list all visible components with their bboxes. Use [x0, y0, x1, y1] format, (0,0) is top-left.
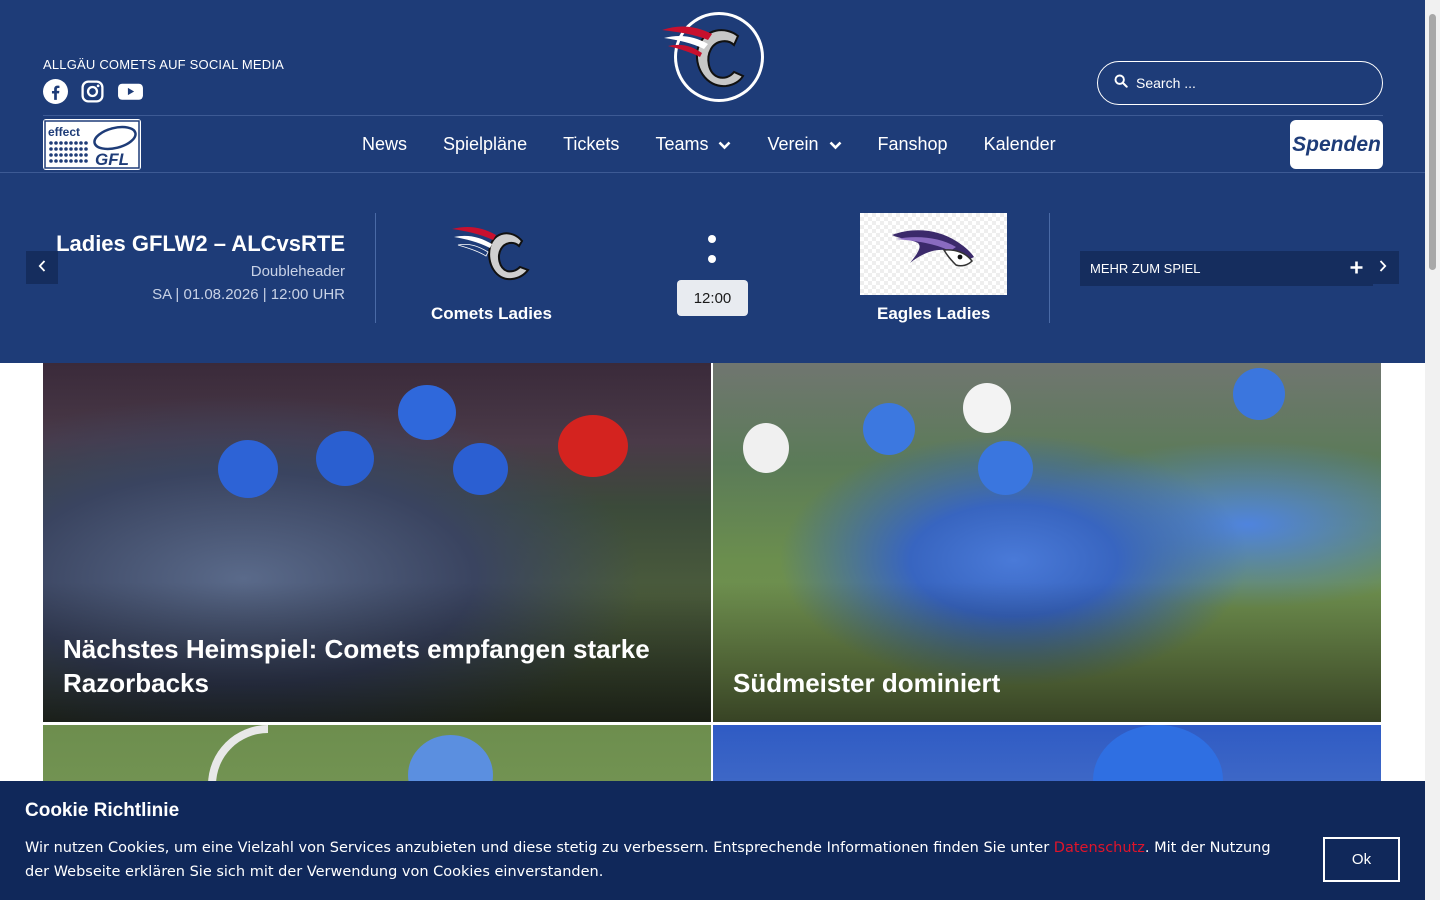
cookie-ok-button[interactable]: Ok: [1323, 837, 1400, 882]
cookie-title: Cookie Richtlinie: [25, 800, 180, 821]
helmet-shape: [978, 441, 1033, 495]
match-date: SA | 01.08.2026 | 12:00 UHR: [152, 286, 345, 303]
match-slider: Ladies GFLW2 – ALCvsRTE Doubleheader SA …: [0, 173, 1425, 363]
privacy-link[interactable]: Datenschutz: [1054, 840, 1145, 856]
page-scrollbar[interactable]: [1425, 0, 1440, 900]
helmet-shape: [863, 403, 915, 455]
helmet-shape: [316, 431, 374, 486]
away-team-logo: [860, 213, 1007, 295]
nav-item-news[interactable]: News: [344, 134, 425, 155]
chevron-down-icon: [829, 134, 842, 155]
search-icon: [1114, 74, 1128, 93]
scrollbar-thumb[interactable]: [1429, 14, 1436, 270]
site-header: ALLGÄU COMETS AUF SOCIAL MEDIA Search ..…: [0, 0, 1425, 172]
article-title: Südmeister dominiert: [733, 668, 1001, 698]
comets-logo[interactable]: [660, 10, 768, 106]
helmet-shape: [963, 383, 1011, 433]
helmet-shape: [218, 440, 278, 498]
social-media-label: ALLGÄU COMETS AUF SOCIAL MEDIA: [43, 57, 285, 72]
article-title: Nächstes Heimspiel: Comets empfangen sta…: [63, 634, 650, 698]
slider-prev-button[interactable]: [26, 251, 58, 284]
helmet-shape: [743, 423, 789, 473]
search-input[interactable]: [1136, 75, 1356, 91]
kickoff-time: 12:00: [677, 280, 748, 316]
search-box[interactable]: [1097, 61, 1383, 105]
gfl-logo[interactable]: effect GFL: [43, 119, 141, 170]
helmet-shape: [558, 415, 628, 477]
tile-shade: [713, 582, 1381, 722]
match-divider: [375, 213, 376, 323]
home-team-name: Comets Ladies: [431, 304, 552, 323]
article-tile[interactable]: Nächstes Heimspiel: Comets empfangen sta…: [43, 363, 711, 722]
away-team-name: Eagles Ladies: [877, 304, 991, 323]
nav-item-fanshop[interactable]: Fanshop: [860, 134, 966, 155]
nav-item-tickets[interactable]: Tickets: [545, 134, 637, 155]
chevron-down-icon: [718, 134, 731, 155]
nav-item-kalender[interactable]: Kalender: [966, 134, 1074, 155]
svg-text:effect: effect: [48, 125, 80, 139]
home-team-logo: [450, 223, 534, 285]
match-title: Ladies GFLW2 – ALCvsRTE: [56, 231, 345, 256]
social-icons: [43, 79, 143, 104]
header-divider: [43, 115, 1383, 116]
cookie-banner: Cookie Richtlinie Wir nutzen Cookies, um…: [0, 781, 1425, 900]
chevron-right-icon: [1379, 259, 1387, 277]
instagram-icon[interactable]: [80, 79, 105, 104]
nav-item-spielplaene[interactable]: Spielpläne: [425, 134, 545, 155]
svg-text:GFL: GFL: [95, 150, 129, 169]
helmet-shape: [398, 385, 456, 440]
plus-icon: [1350, 261, 1363, 277]
score-separator-dot: [708, 235, 716, 243]
main-navigation: News Spielpläne Tickets Teams Verein Fan…: [344, 119, 1074, 169]
article-tile[interactable]: Südmeister dominiert: [713, 363, 1381, 722]
page: ALLGÄU COMETS AUF SOCIAL MEDIA Search ..…: [0, 0, 1425, 900]
helmet-shape: [1233, 368, 1285, 420]
cookie-text: Wir nutzen Cookies, um eine Vielzahl von…: [25, 840, 1271, 880]
more-about-game-button[interactable]: MEHR ZUM SPIEL: [1080, 251, 1373, 286]
nav-item-verein[interactable]: Verein: [749, 134, 859, 155]
score-separator-dot: [708, 255, 716, 263]
nav-item-teams[interactable]: Teams: [637, 134, 749, 155]
helmet-shape: [453, 443, 508, 495]
donate-button[interactable]: Spenden: [1290, 120, 1383, 169]
match-subtitle: Doubleheader: [250, 263, 345, 280]
chevron-left-icon: [38, 259, 46, 277]
youtube-icon[interactable]: [117, 79, 143, 104]
facebook-icon[interactable]: [43, 79, 68, 104]
slider-next-button[interactable]: [1367, 251, 1399, 284]
match-divider: [1049, 213, 1050, 323]
